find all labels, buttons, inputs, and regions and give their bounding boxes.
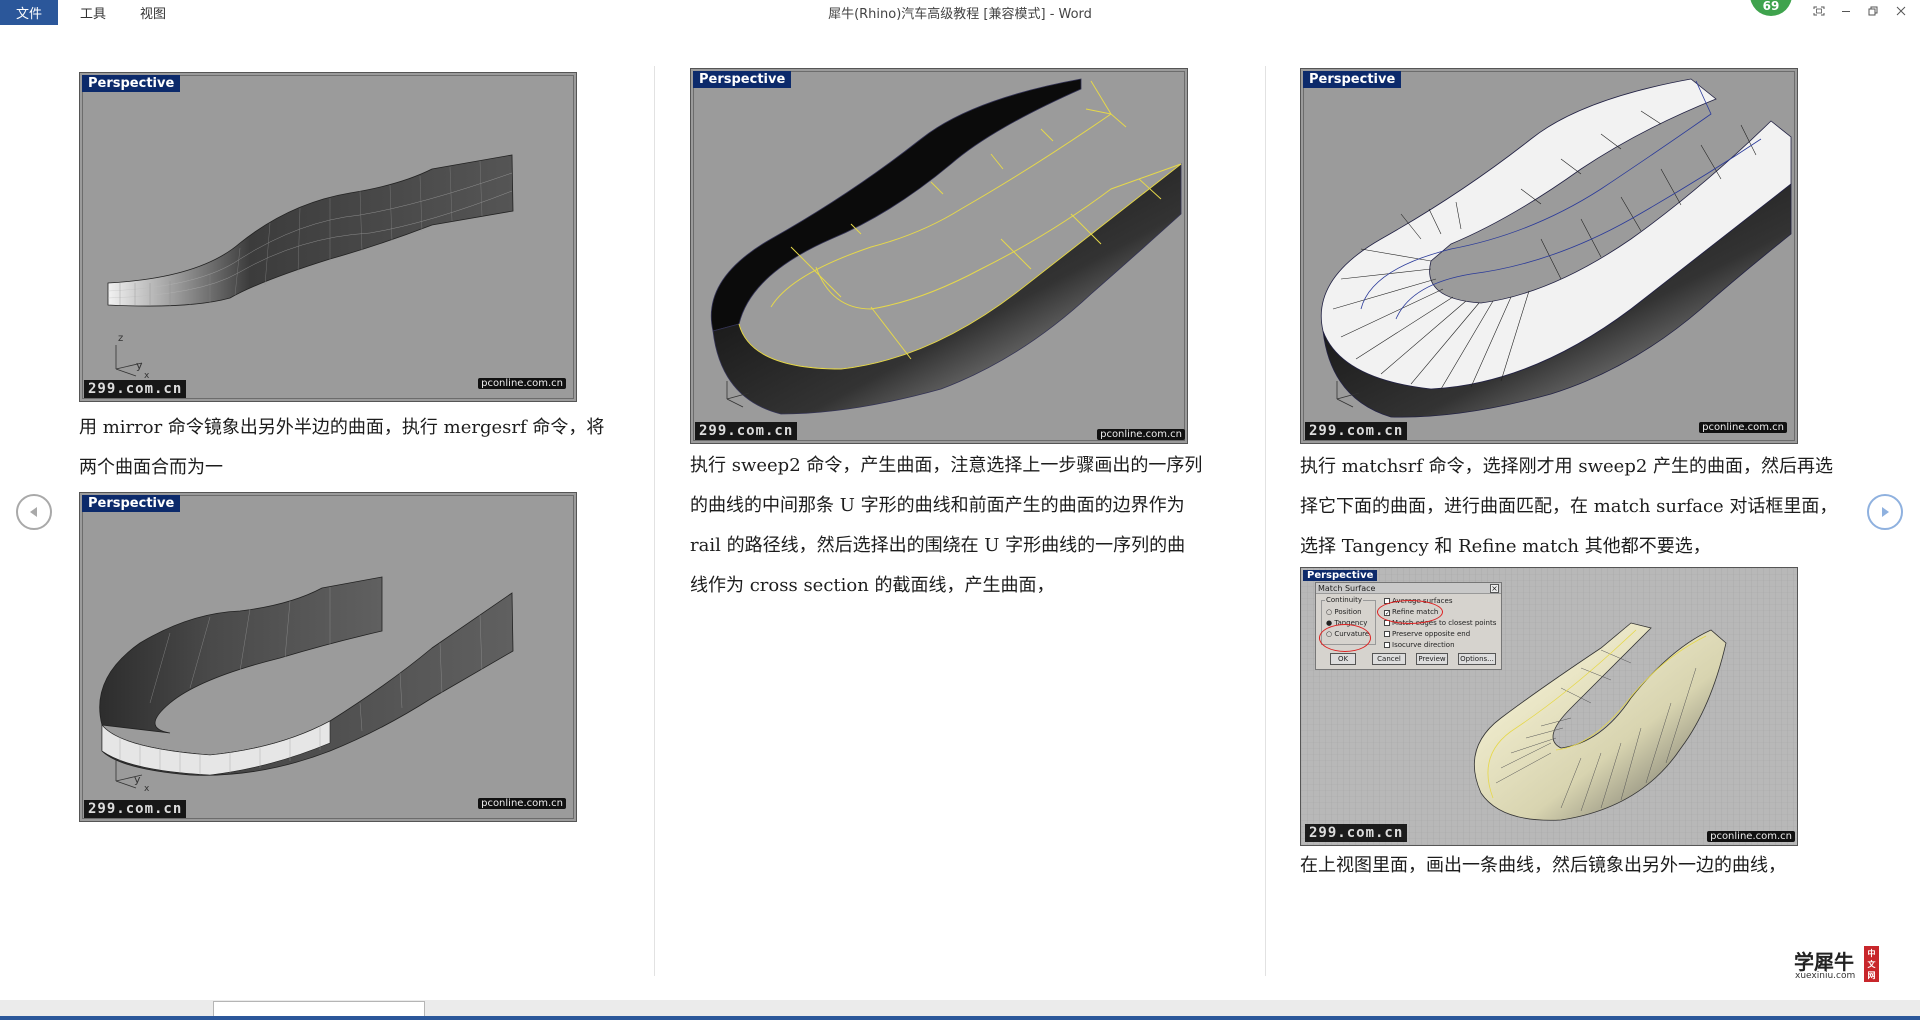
text-line: 的曲线的中间那条 U 字形的曲线和前面产生的曲面的边界作为 [690, 495, 1185, 516]
figure-sweep2: Perspective 299.com.cn pconline.com.cn [690, 68, 1188, 444]
text-line: 择它下面的曲面，进行曲面匹配，在 match surface 对话框里面， [1300, 496, 1838, 517]
surface-render [1320, 78, 1792, 418]
watermark-right: pconline.com.cn [1097, 429, 1185, 440]
previous-page-button[interactable] [16, 494, 52, 530]
text-line: 选择 Tangency 和 Refine match 其他都不要选， [1300, 536, 1711, 557]
svg-text:y: y [134, 773, 141, 786]
watermark-left: 299.com.cn [1305, 824, 1408, 842]
window-title: 犀牛(Rhino)汽车高级教程 [兼容模式] - Word [828, 7, 1092, 22]
radio-position[interactable]: ○ Position [1326, 608, 1362, 616]
paragraph-mirror: 用 mirror 命令镜象出另外半边的曲面，执行 mergesrf 命令，将 两… [79, 408, 639, 488]
dialog-close-icon[interactable]: × [1490, 584, 1499, 593]
figure-matchsrf: Perspective 299.com.cn pconline.com.cn [1300, 68, 1798, 444]
highlight-ring [1377, 600, 1443, 624]
menu-file[interactable]: 文件 [0, 0, 58, 25]
figure-match-surface-dialog: Perspective Match Surface × Continuity ○… [1300, 567, 1798, 846]
dialog-title: Match Surface [1316, 583, 1501, 594]
viewport-label: Perspective [1303, 570, 1378, 581]
paragraph-sweep2: 执行 sweep2 命令，产生曲面，注意选择上一步骤画出的一序列 的曲线的中间那… [690, 446, 1250, 606]
text-line: 线作为 cross section 的截面线，产生曲面， [690, 575, 1055, 596]
watermark-left: 299.com.cn [84, 800, 187, 818]
viewport-label: Perspective [82, 495, 181, 512]
cancel-button[interactable]: Cancel [1372, 653, 1406, 665]
watermark-right: pconline.com.cn [478, 378, 566, 389]
viewport-label: Perspective [1303, 71, 1402, 88]
next-page-button[interactable] [1867, 494, 1903, 530]
text-line: 执行 matchsrf 命令，选择刚才用 sweep2 产生的曲面，然后再选 [1300, 456, 1834, 477]
scrollbar-thumb[interactable] [213, 1001, 425, 1017]
text-line: 用 mirror 命令镜象出另外半边的曲面，执行 mergesrf 命令，将 [79, 417, 605, 438]
restore-icon[interactable] [1860, 0, 1886, 22]
minimize-icon[interactable] [1833, 0, 1859, 22]
highlight-ring [1319, 624, 1371, 652]
paragraph-top-view-curve: 在上视图里面，画出一条曲线，然后镜象出另外一边的曲线， [1300, 846, 1870, 886]
chevron-right-icon [1882, 507, 1889, 517]
title-bar: 文件 工具 视图 犀牛(Rhino)汽车高级教程 [兼容模式] - Word 6… [0, 0, 1920, 25]
menu-view[interactable]: 视图 [140, 0, 166, 25]
fullscreen-icon[interactable] [1806, 0, 1832, 22]
xuexiniu-logo: 学犀牛 xuexiniu.com 中文网 [1790, 946, 1886, 984]
viewport-label: Perspective [693, 71, 792, 88]
watermark-right: pconline.com.cn [478, 798, 566, 809]
svg-text:x: x [144, 784, 150, 794]
watermark-left: 299.com.cn [1305, 422, 1408, 440]
watermark-right: pconline.com.cn [1699, 422, 1787, 433]
watermark-right: pconline.com.cn [1707, 831, 1795, 842]
paragraph-matchsrf: 执行 matchsrf 命令，选择刚才用 sweep2 产生的曲面，然后再选 择… [1300, 447, 1870, 567]
figure-mirror-surface: Perspective z y x 299.com.cn pconline.co… [79, 72, 577, 402]
text-line: rail 的路径线，然后选择出的围绕在 U 字形曲线的一序列的曲 [690, 535, 1186, 556]
continuity-group-label: Continuity [1325, 596, 1364, 604]
close-icon[interactable] [1888, 0, 1914, 22]
svg-text:z: z [118, 333, 123, 344]
text-line: 在上视图里面，画出一条曲线，然后镜象出另外一边的曲线， [1300, 855, 1786, 876]
watermark-left: 299.com.cn [695, 422, 798, 440]
figure-merged-surface: Perspective y x 299.com.cn pconline.com.… [79, 492, 577, 822]
viewport-label: Perspective [82, 75, 181, 92]
column-divider [654, 66, 655, 976]
chevron-left-icon [30, 507, 37, 517]
surface-render: z y x [107, 154, 514, 381]
svg-text:y: y [136, 359, 143, 372]
notification-badge[interactable]: 69 [1750, 0, 1792, 16]
menu-tools[interactable]: 工具 [80, 0, 106, 25]
ok-button[interactable]: OK [1330, 653, 1356, 665]
text-line: 两个曲面合而为一 [79, 457, 223, 478]
preview-button[interactable]: Preview [1416, 653, 1448, 665]
watermark-left: 299.com.cn [84, 380, 187, 398]
check-isocurve-direction[interactable]: Isocurve direction [1384, 641, 1455, 649]
surface-render [710, 78, 1182, 415]
options-button[interactable]: Options... [1458, 653, 1496, 665]
check-preserve-opposite[interactable]: Preserve opposite end [1384, 630, 1470, 638]
text-line: 执行 sweep2 命令，产生曲面，注意选择上一步骤画出的一序列 [690, 455, 1203, 476]
status-accent-bar [0, 1016, 1920, 1020]
surface-render: y x [99, 576, 514, 794]
column-divider [1265, 66, 1266, 976]
